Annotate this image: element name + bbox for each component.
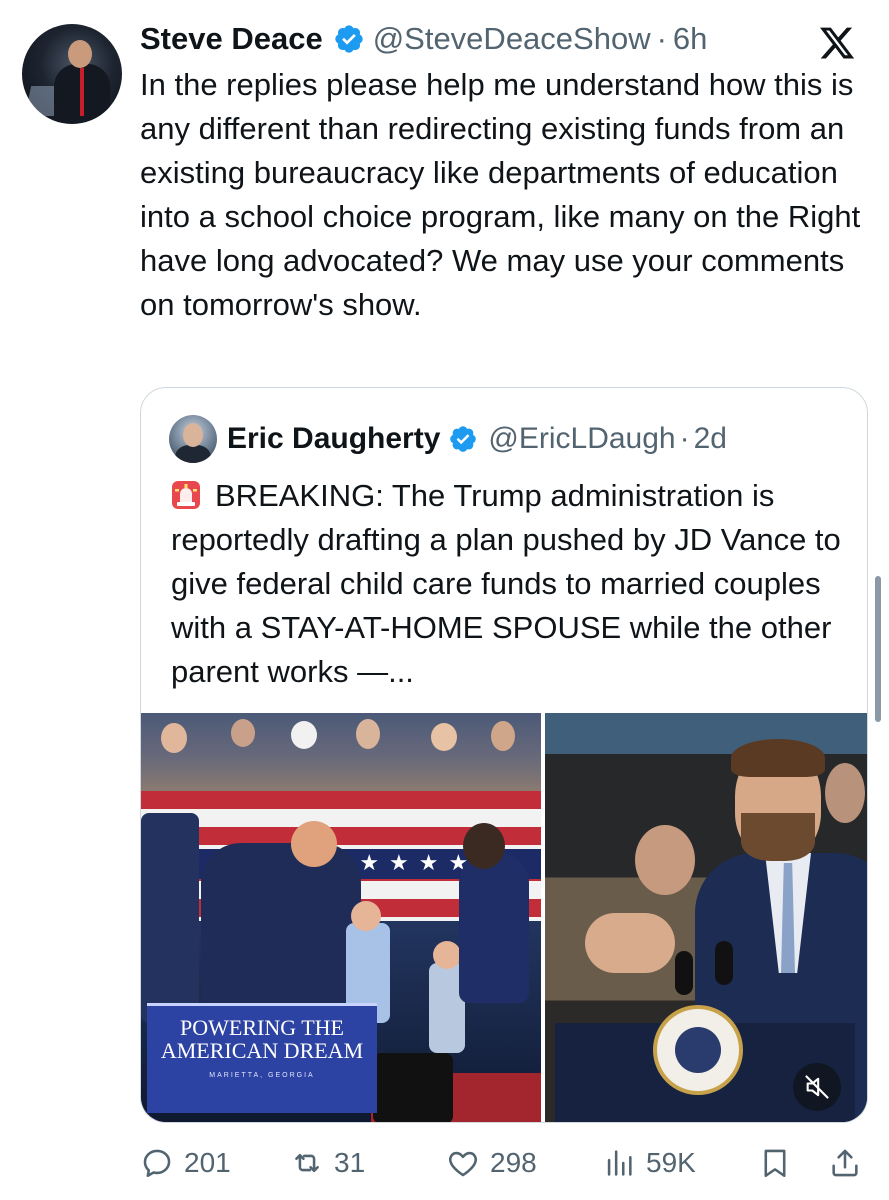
quoted-tweet-header: Eric Daugherty @EricLDaugh · 2d <box>227 418 727 460</box>
mother-head <box>463 823 505 869</box>
views-count: 59K <box>646 1147 696 1178</box>
podium-line-1: POWERING THE <box>180 1015 344 1040</box>
trump-figure <box>201 843 361 1013</box>
quoted-tweet-text: BREAKING: The Trump administration is re… <box>171 474 861 694</box>
quoted-author-handle[interactable]: @EricLDaugh <box>488 422 675 456</box>
vance-hair <box>731 739 825 777</box>
repost-count: 31 <box>334 1147 366 1178</box>
podium-line-2: AMERICAN DREAM <box>160 1038 364 1063</box>
podium-sign: POWERING THE AMERICAN DREAM MARIETTA, GE… <box>147 1003 377 1113</box>
action-bar: 201 31 298 59K <box>140 1140 870 1186</box>
vice-presidential-seal <box>653 1005 743 1095</box>
quoted-tweet-card[interactable]: Eric Daugherty @EricLDaugh · 2d BREAKING… <box>140 387 868 1123</box>
microphone <box>675 951 693 995</box>
muted-speaker-icon <box>805 1075 829 1099</box>
quoted-author-avatar[interactable] <box>169 415 217 463</box>
tweet-header: Steve Deace @SteveDeaceShow · 6h <box>140 18 707 60</box>
scrollbar-thumb[interactable] <box>875 576 881 722</box>
bookmark-button[interactable] <box>758 1140 792 1186</box>
toddler-head <box>433 941 461 969</box>
quoted-avatar-body <box>175 445 211 463</box>
vance-photo[interactable] <box>545 713 867 1122</box>
author-name[interactable]: Steve Deace <box>140 21 323 57</box>
child-head <box>351 901 381 931</box>
crowd-person <box>356 719 380 749</box>
verified-badge-icon <box>450 426 477 452</box>
bookmark-icon <box>764 1149 786 1178</box>
seal-center <box>675 1027 721 1073</box>
audience-person <box>825 763 865 823</box>
person-left <box>141 813 199 1023</box>
reply-icon <box>143 1149 171 1178</box>
repost-icon <box>295 1153 319 1173</box>
quoted-tweet-body: BREAKING: The Trump administration is re… <box>171 478 841 689</box>
crowd-person <box>431 723 457 751</box>
share-button[interactable] <box>828 1140 862 1186</box>
podium-location: MARIETTA, GEORGIA <box>209 1072 315 1079</box>
verified-badge-icon <box>335 25 363 53</box>
quoted-avatar-head <box>183 423 203 447</box>
vance-hand <box>585 913 675 973</box>
views-bar-chart-icon <box>607 1150 632 1176</box>
avatar-tie <box>80 68 84 116</box>
views-button[interactable]: 59K <box>602 1140 696 1186</box>
like-button[interactable]: 298 <box>446 1140 537 1186</box>
share-icon <box>832 1149 858 1177</box>
audience-person <box>635 825 695 895</box>
quoted-header-separator: · <box>679 422 690 455</box>
quoted-media[interactable]: ★★★★★★★★★★ POWERING THE AMERICAN DREAM M… <box>141 713 867 1122</box>
crowd-person <box>161 723 187 753</box>
vance-beard <box>741 813 815 861</box>
heart-icon <box>449 1151 477 1177</box>
author-avatar[interactable] <box>22 24 122 124</box>
reply-count: 201 <box>184 1147 231 1178</box>
author-handle[interactable]: @SteveDeaceShow <box>373 21 651 57</box>
reply-button[interactable]: 201 <box>140 1140 231 1186</box>
repost-button[interactable]: 31 <box>290 1140 365 1186</box>
microphone <box>715 941 733 985</box>
tweet-text: In the replies please help me understand… <box>140 67 861 322</box>
quoted-tweet-timestamp[interactable]: 2d <box>694 422 727 456</box>
header-separator: · <box>656 21 667 56</box>
like-count: 298 <box>490 1147 537 1178</box>
podium-sign-text: POWERING THE AMERICAN DREAM <box>147 1016 377 1062</box>
x-logo-icon <box>819 27 855 59</box>
mother-figure <box>459 853 529 1003</box>
police-siren-icon <box>172 481 200 509</box>
mute-button[interactable] <box>793 1063 841 1111</box>
quoted-author-name[interactable]: Eric Daugherty <box>227 422 440 456</box>
tweet-timestamp[interactable]: 6h <box>673 21 707 57</box>
crowd-person <box>291 721 317 749</box>
trump-head <box>291 821 337 867</box>
stage-speaker <box>373 1053 453 1122</box>
crowd-person <box>231 719 255 747</box>
rally-photo[interactable]: ★★★★★★★★★★ POWERING THE AMERICAN DREAM M… <box>141 713 541 1122</box>
avatar-head <box>68 40 92 68</box>
crowd-background <box>141 713 541 791</box>
crowd-person <box>491 721 515 751</box>
